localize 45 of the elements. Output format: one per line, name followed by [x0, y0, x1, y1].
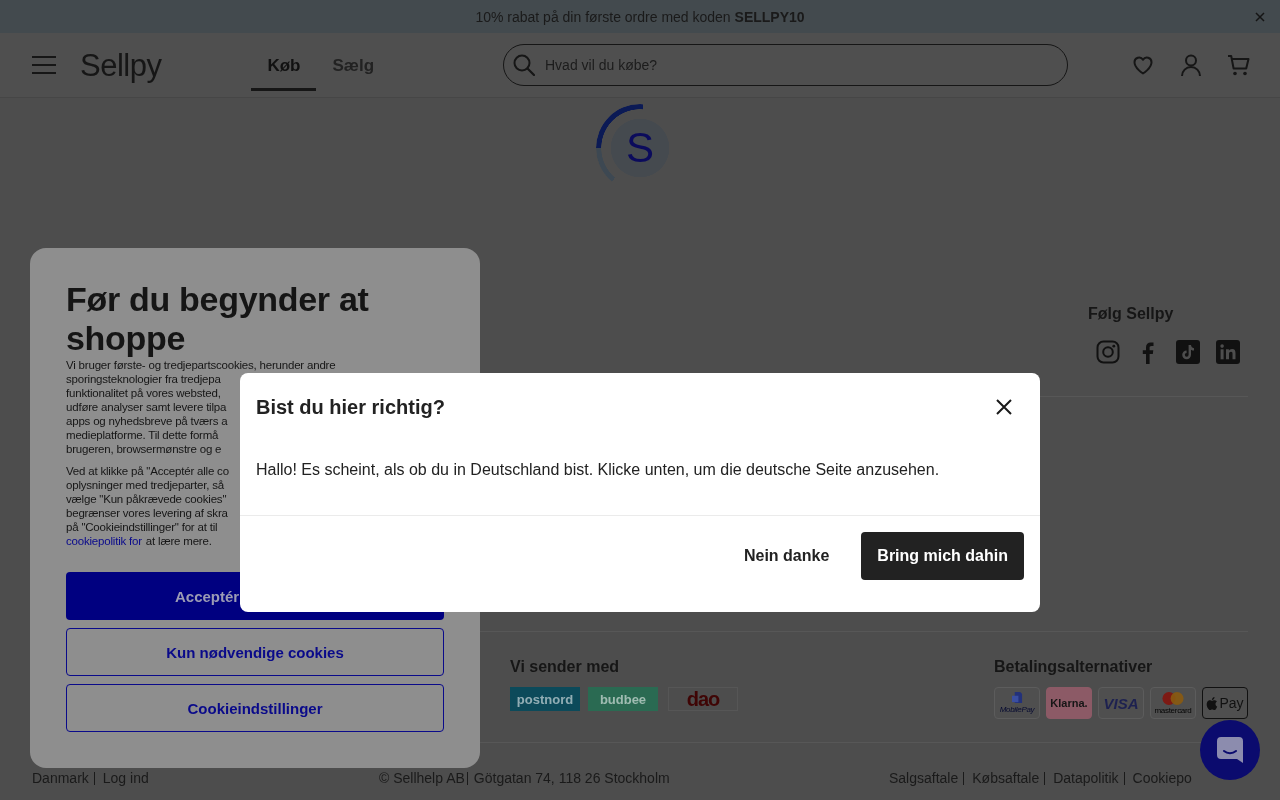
cookie-text: brugeren, browsermønstre og e [66, 442, 222, 456]
cookie-text: oplysninger med tredjeparter, så [66, 478, 224, 492]
carrier-logo: dao [668, 687, 738, 711]
payment-logo-text: mastercard [1154, 705, 1192, 715]
cookie-text: på "Cookieindstillinger" for at til [66, 520, 218, 534]
nav-tab[interactable]: Køb [251, 43, 317, 91]
cookie-text: medieplatforme. Til dette formå [66, 428, 219, 442]
cookie-consent-button[interactable]: Kun nødvendige cookies [66, 628, 444, 676]
cookie-text: sporingsteknologier fra tredjepa [66, 372, 221, 386]
dismiss-button[interactable]: Nein danke [727, 532, 846, 580]
payment-logo: Klarna. [1046, 687, 1092, 719]
user-icon[interactable] [1179, 53, 1203, 77]
linkedin-icon[interactable] [1216, 340, 1240, 364]
chat-button[interactable] [1200, 720, 1260, 780]
confirm-button[interactable]: Bring mich dahin [861, 532, 1024, 580]
follow-heading: Følg Sellpy [1088, 304, 1175, 324]
cookie-text: udføre analyser samt levere tilpa [66, 400, 227, 414]
menu-icon[interactable] [32, 56, 56, 74]
cookie-text: Vi bruger første- og tredjepartscookies, herunder andre [66, 358, 336, 372]
close-icon[interactable] [996, 399, 1012, 415]
payment-logo-text: Pay [1219, 695, 1244, 711]
cookie-text: begrænser vores levering af skra [66, 506, 228, 520]
dialog-message: Hallo! Es scheint, als ob du in Deutschland bist. Klicke unten, um die deutsche Seite anzusehen. [256, 460, 941, 480]
cookie-policy-link[interactable]: cookiepolitik for [66, 534, 142, 548]
overlapping-circles-icon [1162, 691, 1184, 705]
overlapping-rectangles-icon [1011, 692, 1023, 704]
cookie-text: Ved at klikke på "Acceptér alle co [66, 464, 229, 478]
apple-icon [1206, 695, 1219, 711]
cookie-text: apps og nyhedsbreve på tværs a [66, 414, 228, 428]
logo[interactable]: Sellpy [80, 49, 162, 81]
tiktok-icon[interactable] [1176, 340, 1200, 364]
cookie-text: vælge "Kun påkrævede cookies" [66, 492, 227, 506]
dialog-title: Bist du hier richtig? [256, 395, 445, 420]
cookie-heading: Før du begynder at shoppe [66, 280, 370, 358]
carrier-logo: budbee [588, 687, 658, 711]
cookie-text: at lære mere. [145, 534, 212, 548]
payment-logo-text: MobilePay [999, 705, 1035, 714]
chat-icon [1216, 736, 1244, 764]
payment-heading: Betalingsalternativer [994, 657, 1154, 677]
cookie-consent-button[interactable]: Cookieindstillinger [66, 684, 444, 732]
cookie-text: funktionalitet på vores websted, [66, 386, 221, 400]
search-icon [513, 54, 535, 76]
cart-icon[interactable] [1227, 53, 1251, 77]
carrier-logo: postnord [510, 687, 580, 711]
instagram-icon[interactable] [1096, 340, 1120, 364]
